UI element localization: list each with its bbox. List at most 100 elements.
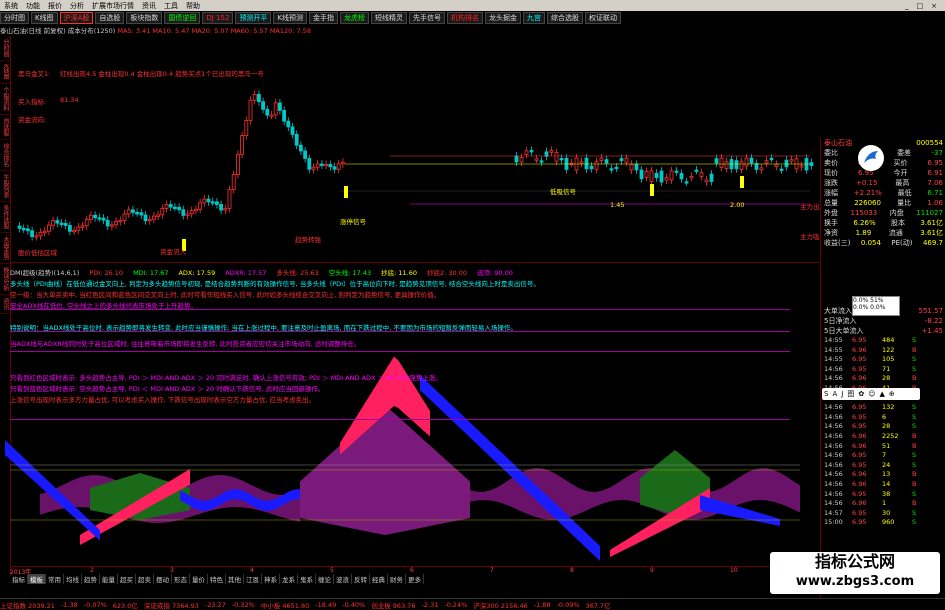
tick-volume: 71 <box>882 364 891 373</box>
left-tab-7[interactable]: 大盘走势 <box>0 233 10 264</box>
bottom-tab-22[interactable]: 更多 <box>406 574 424 584</box>
bottom-tab-8[interactable]: 摆动 <box>154 574 172 584</box>
saj-toolbar[interactable]: S A J 图 ✿ ☺ ▲ ⊕ <box>822 388 920 400</box>
toolbar-button-13[interactable]: 机构排名 <box>447 12 484 24</box>
toolbar-button-6[interactable]: DJ 152 <box>202 12 234 24</box>
menu-item-4[interactable]: 扩展市场行情 <box>88 1 138 11</box>
saj-button-3[interactable]: 图 <box>845 389 856 399</box>
toolbar-button-10[interactable]: 龙虎榜 <box>340 12 370 24</box>
bottom-tab-16[interactable]: 鬼系 <box>298 574 316 584</box>
indicator-value-2: MDI: 17.67 <box>133 269 169 277</box>
bottom-tab-9[interactable]: 形态 <box>172 574 190 584</box>
tick-volume: 13 <box>882 470 891 479</box>
quote-value: 226060 <box>854 199 881 207</box>
ma-value-5: MA120: 7.58 <box>269 27 312 35</box>
status-item-10: 创业板 963.76 <box>371 601 416 610</box>
tick-row: 14:56 6.96 2252 B <box>821 432 945 442</box>
flow-value: -8.22 <box>924 317 943 325</box>
toolbar-button-5[interactable]: 国债逆回 <box>164 12 201 24</box>
quote-row: 涨跌 +0.15 最高 7.06 <box>821 178 945 188</box>
bottom-tab-7[interactable]: 超卖 <box>136 574 154 584</box>
window-control-1[interactable]: □ <box>913 2 928 10</box>
status-item-8: -18.49 <box>315 600 337 609</box>
toolbar-button-17[interactable]: 权证联动 <box>585 12 622 24</box>
status-item-16: 367.7亿 <box>585 601 611 610</box>
left-tab-0[interactable]: 分时图 <box>0 36 10 61</box>
toolbar-button-14[interactable]: 龙头掘金 <box>485 12 522 24</box>
watermark-title: 指标公式网 <box>814 552 895 571</box>
bottom-tab-11[interactable]: 特色 <box>208 574 226 584</box>
bottom-tab-2[interactable]: 常用 <box>46 574 64 584</box>
menu-item-1[interactable]: 功能 <box>22 1 44 11</box>
toolbar-button-8[interactable]: K线预测 <box>273 12 308 24</box>
indicator-value-8: 抄底2: 30.00 <box>426 269 467 277</box>
tick-price: 6.95 <box>852 451 867 460</box>
chart-annotation-0: 黑马金叉1: <box>18 70 51 78</box>
indicator-text-6: 只看到蓝色区域时表示: 空头趋势占主导, PDI ＜ MDI AND ADX ＞… <box>10 385 325 393</box>
bottom-tab-1[interactable]: 模板 <box>28 574 46 584</box>
saj-button-6[interactable]: ▲ <box>878 390 887 398</box>
toolbar-button-1[interactable]: K线图 <box>31 12 58 24</box>
tick-flag: S <box>912 460 917 469</box>
bottom-tab-4[interactable]: 趋势 <box>82 574 100 584</box>
menu-item-7[interactable]: 帮助 <box>182 1 204 11</box>
bottom-tab-18[interactable]: 波浪 <box>334 574 352 584</box>
left-tab-3[interactable]: 自选股 <box>0 115 10 140</box>
toolbar-button-4[interactable]: 板块指数 <box>126 12 163 24</box>
bottom-tab-21[interactable]: 财务 <box>388 574 406 584</box>
saj-button-4[interactable]: ✿ <box>856 390 866 398</box>
toolbar-button-9[interactable]: 金手指 <box>309 12 339 24</box>
toolbar-button-15[interactable]: 九宫 <box>523 12 546 24</box>
bottom-tab-13[interactable]: 江恩 <box>244 574 262 584</box>
menu-item-2[interactable]: 报价 <box>44 1 66 11</box>
bottom-tab-0[interactable]: 指标 <box>10 574 28 584</box>
flow-value: +1.45 <box>921 327 943 335</box>
bottom-tab-15[interactable]: 龙系 <box>280 574 298 584</box>
toolbar-button-16[interactable]: 综合选股 <box>547 12 584 24</box>
tick-flag: S <box>912 412 917 421</box>
saj-button-5[interactable]: ☺ <box>866 390 877 398</box>
indicator-value-5: 多头线: 25.63 <box>276 269 319 277</box>
tick-volume: 122 <box>882 345 895 354</box>
toolbar-button-11[interactable]: 短线精灵 <box>371 12 408 24</box>
menu-item-5[interactable]: 资讯 <box>138 1 160 11</box>
toolbar-button-0[interactable]: 分时图 <box>0 12 29 24</box>
menu-item-6[interactable]: 工具 <box>160 1 182 11</box>
window-control-2[interactable]: × <box>927 2 941 10</box>
bottom-tab-14[interactable]: 神系 <box>262 574 280 584</box>
toolbar-button-2[interactable]: 沪深A股 <box>59 12 94 24</box>
left-tab-5[interactable]: 牛股列表 <box>0 171 10 202</box>
toolbar-button-3[interactable]: 自选股 <box>95 12 125 24</box>
quote-label: 最高 <box>895 179 910 187</box>
toolbar-button-7[interactable]: 预测开平 <box>235 12 272 24</box>
bottom-tab-12[interactable]: 其他 <box>226 574 244 584</box>
tick-row: 14:57 6.95 30 S <box>821 509 945 519</box>
window-control-0[interactable]: _ <box>901 2 913 10</box>
tick-price: 6.95 <box>852 422 867 431</box>
tick-row: 14:55 6.95 484 S <box>821 336 945 346</box>
flow-row: 5日净流入 -8.22 <box>821 316 945 326</box>
left-tab-2[interactable]: 个股资料 <box>0 84 10 115</box>
status-item-14: -1.88 <box>533 600 551 609</box>
bottom-tab-5[interactable]: 能量 <box>100 574 118 584</box>
bottom-tab-3[interactable]: 均线 <box>64 574 82 584</box>
menu-item-3[interactable]: 分析 <box>66 1 88 11</box>
toolbar-button-12[interactable]: 先手信号 <box>409 12 446 24</box>
saj-button-7[interactable]: ⊕ <box>887 390 897 398</box>
left-tab-8[interactable]: 板块分析 <box>0 264 10 295</box>
bottom-tab-6[interactable]: 超买 <box>118 574 136 584</box>
left-tab-6[interactable]: 条件选股 <box>0 202 10 233</box>
chart-annotation-2: 买入指标: <box>18 98 47 106</box>
menu-item-0[interactable]: 系统 <box>0 1 22 11</box>
tick-time: 14:56 <box>824 479 843 488</box>
bottom-tab-17[interactable]: 缠论 <box>316 574 334 584</box>
left-tab-4[interactable]: 综合排名 <box>0 140 10 171</box>
bottom-tab-10[interactable]: 量价 <box>190 574 208 584</box>
bottom-tab-19[interactable]: 反转 <box>352 574 370 584</box>
saj-button-0[interactable]: S <box>822 390 830 398</box>
bottom-tab-20[interactable]: 经典 <box>370 574 388 584</box>
tick-flag: S <box>912 336 917 344</box>
left-tab-1[interactable]: K线图 <box>0 61 10 84</box>
left-tab-9[interactable]: 资讯 <box>0 295 10 314</box>
saj-button-1[interactable]: A <box>830 390 839 398</box>
